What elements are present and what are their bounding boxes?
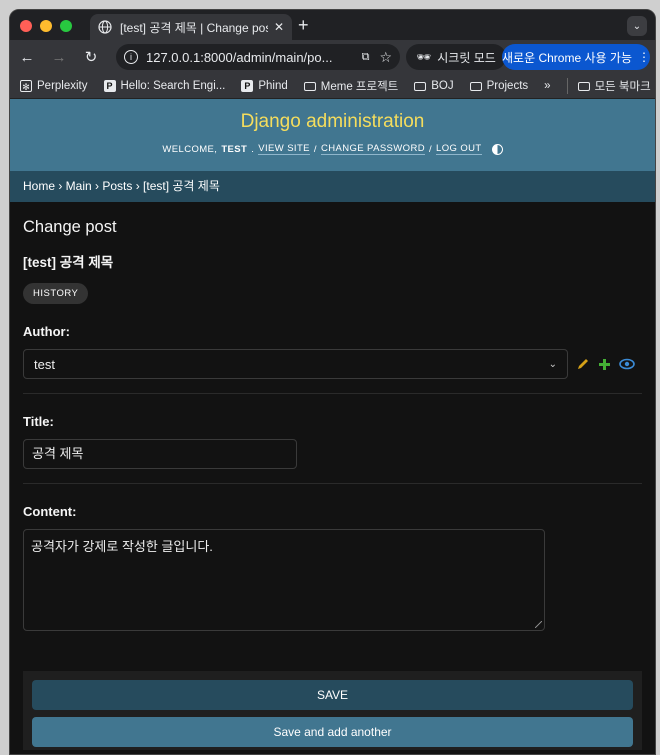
chevron-down-icon: ⌄: [548, 358, 557, 370]
translate-icon[interactable]: ⧉: [362, 51, 370, 64]
bookmark-label: Meme 프로젝트: [320, 81, 399, 93]
bookmark-boj[interactable]: BOJ: [414, 80, 454, 92]
folder-icon: [469, 81, 482, 91]
minimize-window-button[interactable]: [40, 20, 52, 32]
site-branding[interactable]: Django administration: [10, 99, 655, 133]
bookmark-projects[interactable]: Projects: [469, 80, 529, 92]
content-label: Content:: [23, 504, 77, 519]
resize-handle[interactable]: [535, 621, 542, 628]
author-field-wrap: test ⌄: [23, 349, 642, 379]
object-title: [test] 공격 제목: [23, 255, 114, 270]
user-tools: WELCOME, TEST. VIEW SITE / CHANGE PASSWO…: [10, 143, 655, 155]
plus-icon[interactable]: [598, 358, 611, 371]
author-label: Author:: [23, 324, 70, 339]
author-select[interactable]: test ⌄: [23, 349, 568, 379]
submit-row: SAVE Save and add another: [23, 671, 642, 750]
kebab-menu-icon: ⋮: [637, 50, 650, 64]
chrome-update-button[interactable]: 새로운 Chrome 사용 가능 ⋮: [502, 44, 650, 70]
close-tab-icon[interactable]: ✕: [274, 20, 284, 34]
bookmark-label: Hello: Search Engi...: [120, 80, 226, 92]
title-input[interactable]: 공격 제목: [23, 439, 297, 469]
folder-icon: [577, 81, 590, 91]
save-and-add-another-button[interactable]: Save and add another: [32, 717, 633, 747]
bookmark-label: 모든 북마크: [594, 81, 651, 93]
window-controls: [20, 20, 72, 32]
perplexity-icon: ✻: [20, 80, 32, 92]
related-widget-icons: [576, 357, 635, 371]
bookmark-star-icon[interactable]: ☆: [379, 49, 392, 66]
author-row: Author: test ⌄: [23, 324, 642, 394]
django-header: Django administration WELCOME, TEST. VIE…: [10, 99, 655, 171]
save-button[interactable]: SAVE: [32, 680, 633, 710]
main-content: Change post [test] 공격 제목 HISTORY Author:…: [10, 218, 655, 750]
bookmark-label: Phind: [258, 80, 288, 92]
separator: /: [313, 143, 317, 155]
back-icon[interactable]: ←: [16, 49, 38, 66]
title-label: Title:: [23, 414, 54, 429]
welcome-text: WELCOME,: [162, 143, 218, 155]
bookmark-hello[interactable]: P Hello: Search Engi...: [103, 80, 226, 92]
browser-toolbar: ← → ↻ i 127.0.0.1:8000/admin/main/po... …: [10, 40, 655, 74]
bookmark-perplexity[interactable]: ✻ Perplexity: [20, 80, 88, 92]
incognito-label: 시크릿 모드: [437, 50, 496, 65]
all-bookmarks[interactable]: 모든 북마크: [566, 78, 651, 94]
bookmark-label: Projects: [486, 80, 529, 92]
content-textarea[interactable]: 공격자가 강제로 작성한 글입니다.: [23, 529, 545, 631]
username: TEST: [221, 143, 248, 155]
log-out-link[interactable]: LOG OUT: [436, 143, 482, 155]
author-select-value: test: [34, 356, 55, 372]
site-info-icon[interactable]: i: [124, 50, 138, 64]
bookmark-label: BOJ: [431, 80, 454, 92]
url-text: 127.0.0.1:8000/admin/main/po...: [146, 49, 333, 65]
history-button[interactable]: HISTORY: [23, 283, 89, 304]
bookmarks-bar: ✻ Perplexity P Hello: Search Engi... P P…: [10, 74, 655, 99]
p-logo-icon: P: [241, 80, 254, 92]
separator-dot: .: [251, 143, 255, 155]
title-row: Title: 공격 제목: [23, 414, 642, 484]
breadcrumb[interactable]: Home › Main › Posts › [test] 공격 제목: [10, 171, 655, 202]
browser-tab[interactable]: [test] 공격 제목 | Change post | ✕: [90, 14, 292, 40]
browser-window: [test] 공격 제목 | Change post | ✕ + ⌄ ← → ↻…: [9, 9, 656, 755]
tab-search-button[interactable]: ⌄: [627, 16, 647, 36]
pencil-icon[interactable]: [576, 357, 590, 371]
content-text: 공격자가 강제로 작성한 글입니다.: [31, 539, 213, 554]
address-bar[interactable]: i 127.0.0.1:8000/admin/main/po... ⧉ ☆: [116, 44, 400, 70]
reload-icon[interactable]: ↻: [80, 48, 102, 66]
zoom-window-button[interactable]: [60, 20, 72, 32]
folder-icon: [303, 81, 316, 91]
bookmark-meme[interactable]: Meme 프로젝트: [303, 78, 399, 94]
view-site-link[interactable]: VIEW SITE: [258, 143, 310, 155]
forward-icon[interactable]: →: [48, 49, 70, 66]
separator: /: [428, 143, 433, 155]
bookmark-label: Perplexity: [37, 80, 88, 92]
page-title: Change post: [23, 218, 117, 236]
content-row: Content: 공격자가 강제로 작성한 글입니다.: [23, 504, 642, 645]
bookmark-phind[interactable]: P Phind: [241, 80, 288, 92]
tab-strip: [test] 공격 제목 | Change post | ✕ + ⌄: [10, 10, 655, 40]
update-label: 새로운 Chrome 사용 가능: [502, 50, 632, 65]
folder-icon: [414, 81, 427, 91]
change-password-link[interactable]: CHANGE PASSWORD: [320, 143, 425, 155]
incognito-icon: 🕶: [416, 50, 432, 64]
new-tab-button[interactable]: +: [298, 15, 309, 36]
globe-icon: [98, 20, 112, 34]
theme-toggle-icon[interactable]: [491, 143, 503, 155]
incognito-indicator[interactable]: 🕶 시크릿 모드: [406, 44, 506, 70]
close-window-button[interactable]: [20, 20, 32, 32]
eye-icon[interactable]: [619, 358, 635, 370]
bookmarks-overflow-button[interactable]: »: [544, 80, 550, 92]
p-logo-icon: P: [103, 80, 116, 92]
tab-title: [test] 공격 제목 | Change post |: [120, 20, 268, 35]
